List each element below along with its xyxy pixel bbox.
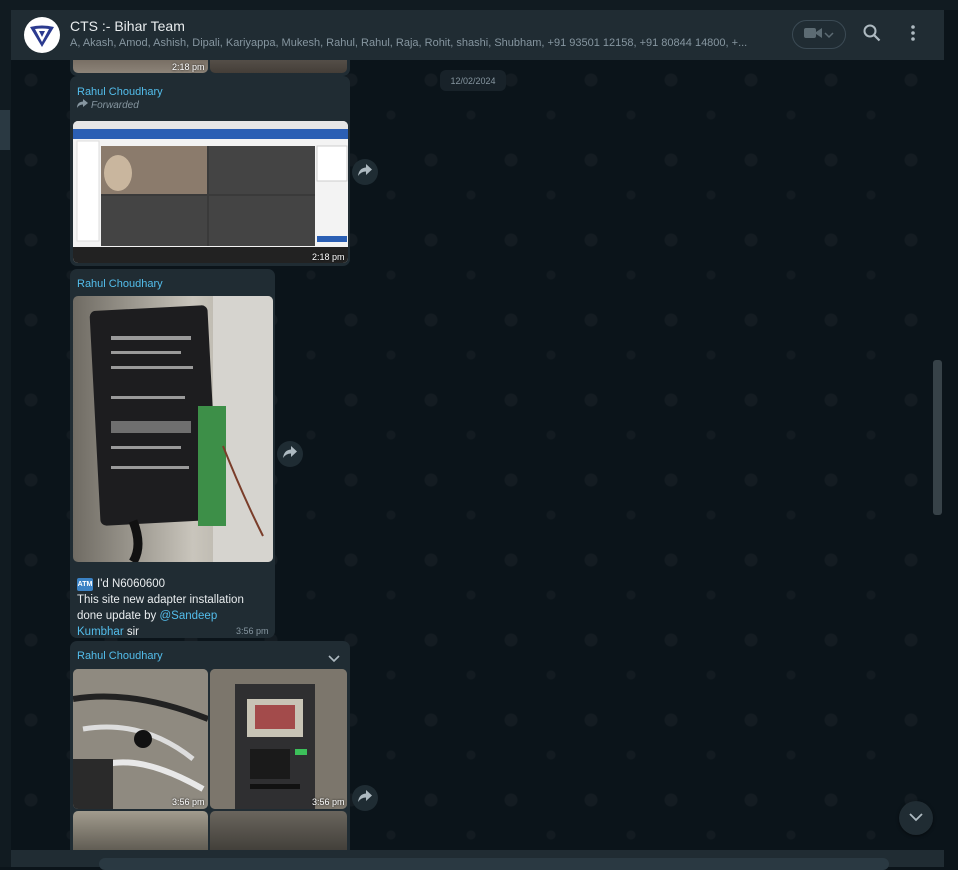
forward-icon: [358, 789, 372, 807]
message-time: 3:56 pm: [312, 797, 345, 807]
right-edge: [944, 10, 958, 867]
forward-icon: [358, 163, 372, 181]
chat-scrollbar[interactable]: [933, 360, 942, 515]
chat-header[interactable]: CTS :- Bihar Team A, Akash, Amod, Ashish…: [11, 10, 944, 60]
chevron-down-icon: [824, 26, 834, 44]
message-bubble[interactable]: Rahul Choudhary 3:56 pm 3:56 pm: [70, 641, 350, 850]
atm-emoji-icon: ATM: [77, 577, 93, 591]
group-avatar-icon[interactable]: [24, 17, 60, 53]
sender-name[interactable]: Rahul Choudhary: [77, 278, 163, 290]
album-image[interactable]: [210, 811, 347, 850]
message-bubble[interactable]: 2:18 pm: [70, 60, 350, 76]
forward-icon: [77, 99, 88, 111]
menu-dots-icon: [910, 24, 916, 47]
album-image[interactable]: [73, 669, 208, 809]
message-time: 3:56 pm: [172, 797, 205, 807]
forward-button[interactable]: [277, 441, 303, 467]
forwarded-label: Forwarded: [77, 99, 139, 111]
video-call-icon: [804, 26, 822, 44]
message-input[interactable]: [99, 858, 889, 870]
selected-chat-marker: [0, 110, 10, 150]
forward-button[interactable]: [352, 159, 378, 185]
menu-button[interactable]: [900, 22, 926, 48]
forward-button[interactable]: [352, 785, 378, 811]
message-time: 2:18 pm: [312, 252, 345, 262]
search-icon: [863, 24, 881, 47]
group-members[interactable]: A, Akash, Amod, Ashish, Dipali, Kariyapp…: [70, 37, 770, 49]
message-image[interactable]: [210, 60, 347, 73]
sender-name[interactable]: Rahul Choudhary: [77, 86, 163, 98]
message-time: 2:18 pm: [172, 62, 205, 72]
video-call-button[interactable]: [792, 20, 846, 49]
message-image[interactable]: [73, 121, 348, 263]
message-bubble[interactable]: Rahul Choudhary Forwarded 2:18 pm: [70, 76, 350, 266]
date-separator: 12/02/2024: [440, 70, 506, 91]
caption-line-1: I'd N6060600: [97, 578, 166, 590]
caption-tail: sir: [123, 626, 140, 638]
chat-title[interactable]: CTS :- Bihar Team: [70, 18, 185, 34]
message-image[interactable]: [73, 296, 273, 562]
search-button[interactable]: [859, 22, 885, 48]
scroll-down-icon: [909, 809, 923, 827]
message-bubble[interactable]: Rahul Choudhary ATM I'd N6060600 This si…: [70, 269, 275, 638]
window-top-strip: [0, 0, 958, 10]
scroll-down-button[interactable]: [899, 801, 933, 835]
compose-bar: [11, 850, 944, 870]
forwarded-text: Forwarded: [91, 99, 139, 111]
forward-icon: [283, 445, 297, 463]
chat-area[interactable]: 2:18 pm 12/02/2024 Rahul Choudhary Forwa…: [11, 60, 944, 850]
message-time: 3:56 pm: [236, 626, 269, 636]
sender-name[interactable]: Rahul Choudhary: [77, 650, 163, 662]
album-image[interactable]: [73, 811, 208, 850]
album-image[interactable]: [210, 669, 347, 809]
chevron-down-icon[interactable]: [328, 650, 340, 668]
